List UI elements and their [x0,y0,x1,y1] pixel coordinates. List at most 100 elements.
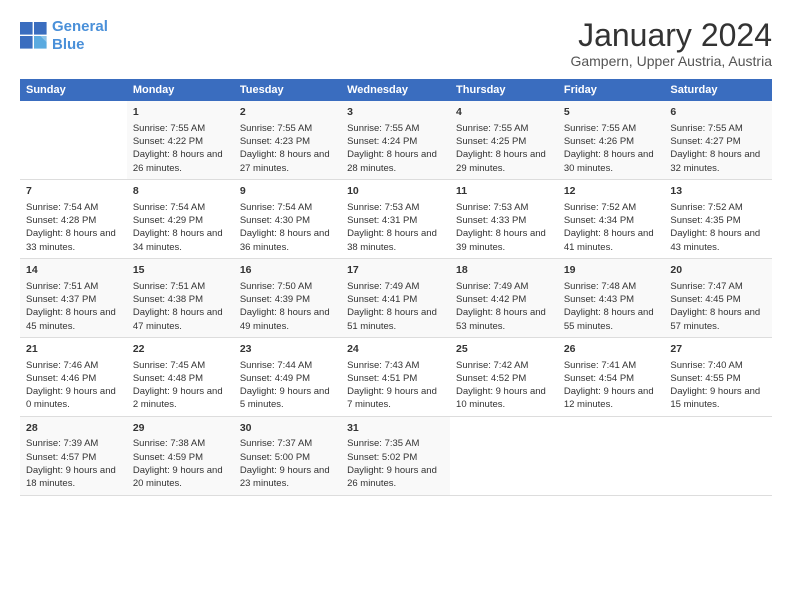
sunrise-info: Sunrise: 7:55 AM [670,122,766,135]
daylight-info: Daylight: 9 hours and 5 minutes. [240,385,335,412]
daylight-info: Daylight: 9 hours and 15 minutes. [670,385,766,412]
day-number: 14 [26,263,121,278]
header-thursday: Thursday [450,79,558,101]
calendar-cell: 17Sunrise: 7:49 AMSunset: 4:41 PMDayligh… [341,258,450,337]
sunset-info: Sunset: 4:27 PM [670,135,766,148]
day-number: 23 [240,342,335,357]
sunset-info: Sunset: 4:24 PM [347,135,444,148]
calendar-cell: 25Sunrise: 7:42 AMSunset: 4:52 PMDayligh… [450,337,558,416]
calendar-cell: 5Sunrise: 7:55 AMSunset: 4:26 PMDaylight… [558,101,665,179]
calendar-cell: 4Sunrise: 7:55 AMSunset: 4:25 PMDaylight… [450,101,558,179]
calendar-cell: 23Sunrise: 7:44 AMSunset: 4:49 PMDayligh… [234,337,341,416]
header-row: Sunday Monday Tuesday Wednesday Thursday… [20,79,772,101]
day-number: 25 [456,342,552,357]
sunset-info: Sunset: 4:28 PM [26,214,121,227]
daylight-info: Daylight: 8 hours and 55 minutes. [564,306,659,333]
sunrise-info: Sunrise: 7:37 AM [240,437,335,450]
day-number: 30 [240,421,335,436]
daylight-info: Daylight: 8 hours and 32 minutes. [670,148,766,175]
calendar-cell: 13Sunrise: 7:52 AMSunset: 4:35 PMDayligh… [664,180,772,259]
calendar-cell [450,416,558,495]
daylight-info: Daylight: 8 hours and 28 minutes. [347,148,444,175]
sunrise-info: Sunrise: 7:51 AM [133,280,228,293]
sunrise-info: Sunrise: 7:53 AM [347,201,444,214]
day-number: 5 [564,105,659,120]
sunrise-info: Sunrise: 7:49 AM [456,280,552,293]
logo: General Blue [20,18,108,54]
sunrise-info: Sunrise: 7:39 AM [26,437,121,450]
sunset-info: Sunset: 4:34 PM [564,214,659,227]
sunset-info: Sunset: 4:45 PM [670,293,766,306]
daylight-info: Daylight: 8 hours and 34 minutes. [133,227,228,254]
calendar-cell: 22Sunrise: 7:45 AMSunset: 4:48 PMDayligh… [127,337,234,416]
calendar-cell: 2Sunrise: 7:55 AMSunset: 4:23 PMDaylight… [234,101,341,179]
sunset-info: Sunset: 4:30 PM [240,214,335,227]
sunrise-info: Sunrise: 7:52 AM [564,201,659,214]
daylight-info: Daylight: 9 hours and 18 minutes. [26,464,121,491]
daylight-info: Daylight: 8 hours and 26 minutes. [133,148,228,175]
sunset-info: Sunset: 4:39 PM [240,293,335,306]
sunrise-info: Sunrise: 7:44 AM [240,359,335,372]
day-number: 8 [133,184,228,199]
sunset-info: Sunset: 4:25 PM [456,135,552,148]
sunrise-info: Sunrise: 7:55 AM [564,122,659,135]
day-number: 21 [26,342,121,357]
day-number: 29 [133,421,228,436]
sunrise-info: Sunrise: 7:54 AM [240,201,335,214]
day-number: 17 [347,263,444,278]
daylight-info: Daylight: 8 hours and 51 minutes. [347,306,444,333]
calendar-week-2: 14Sunrise: 7:51 AMSunset: 4:37 PMDayligh… [20,258,772,337]
sunset-info: Sunset: 5:02 PM [347,451,444,464]
calendar-cell [664,416,772,495]
day-number: 9 [240,184,335,199]
day-number: 26 [564,342,659,357]
day-number: 3 [347,105,444,120]
day-number: 16 [240,263,335,278]
header-wednesday: Wednesday [341,79,450,101]
calendar-cell: 15Sunrise: 7:51 AMSunset: 4:38 PMDayligh… [127,258,234,337]
calendar-week-4: 28Sunrise: 7:39 AMSunset: 4:57 PMDayligh… [20,416,772,495]
daylight-info: Daylight: 9 hours and 0 minutes. [26,385,121,412]
header-tuesday: Tuesday [234,79,341,101]
sunset-info: Sunset: 4:38 PM [133,293,228,306]
daylight-info: Daylight: 9 hours and 20 minutes. [133,464,228,491]
calendar-cell: 27Sunrise: 7:40 AMSunset: 4:55 PMDayligh… [664,337,772,416]
day-number: 22 [133,342,228,357]
sunset-info: Sunset: 4:41 PM [347,293,444,306]
sunrise-info: Sunrise: 7:47 AM [670,280,766,293]
sunrise-info: Sunrise: 7:54 AM [26,201,121,214]
month-title: January 2024 [570,18,772,53]
sunset-info: Sunset: 4:54 PM [564,372,659,385]
calendar-table: Sunday Monday Tuesday Wednesday Thursday… [20,79,772,495]
day-number: 12 [564,184,659,199]
calendar-cell: 30Sunrise: 7:37 AMSunset: 5:00 PMDayligh… [234,416,341,495]
daylight-info: Daylight: 8 hours and 45 minutes. [26,306,121,333]
calendar-cell: 20Sunrise: 7:47 AMSunset: 4:45 PMDayligh… [664,258,772,337]
sunrise-info: Sunrise: 7:38 AM [133,437,228,450]
day-number: 18 [456,263,552,278]
header-friday: Friday [558,79,665,101]
daylight-info: Daylight: 9 hours and 26 minutes. [347,464,444,491]
header-monday: Monday [127,79,234,101]
sunset-info: Sunset: 4:26 PM [564,135,659,148]
calendar-cell: 12 Sunrise: 7:52 AMSunset: 4:34 PMDayligh… [558,180,665,259]
title-block: January 2024 Gampern, Upper Austria, Aus… [570,18,772,69]
daylight-info: Daylight: 8 hours and 27 minutes. [240,148,335,175]
daylight-info: Daylight: 9 hours and 2 minutes. [133,385,228,412]
calendar-cell: 3Sunrise: 7:55 AMSunset: 4:24 PMDaylight… [341,101,450,179]
sunrise-info: Sunrise: 7:46 AM [26,359,121,372]
day-number: 6 [670,105,766,120]
calendar-cell: 28Sunrise: 7:39 AMSunset: 4:57 PMDayligh… [20,416,127,495]
sunrise-info: Sunrise: 7:55 AM [240,122,335,135]
daylight-info: Daylight: 8 hours and 41 minutes. [564,227,659,254]
day-number: 15 [133,263,228,278]
sunrise-info: Sunrise: 7:52 AM [670,201,766,214]
sunset-info: Sunset: 4:42 PM [456,293,552,306]
sunrise-info: Sunrise: 7:50 AM [240,280,335,293]
logo-line1: General [52,18,108,35]
calendar-cell: 29Sunrise: 7:38 AMSunset: 4:59 PMDayligh… [127,416,234,495]
day-number: 13 [670,184,766,199]
calendar-cell: 10Sunrise: 7:53 AMSunset: 4:31 PMDayligh… [341,180,450,259]
sunrise-info: Sunrise: 7:40 AM [670,359,766,372]
calendar-week-3: 21Sunrise: 7:46 AMSunset: 4:46 PMDayligh… [20,337,772,416]
